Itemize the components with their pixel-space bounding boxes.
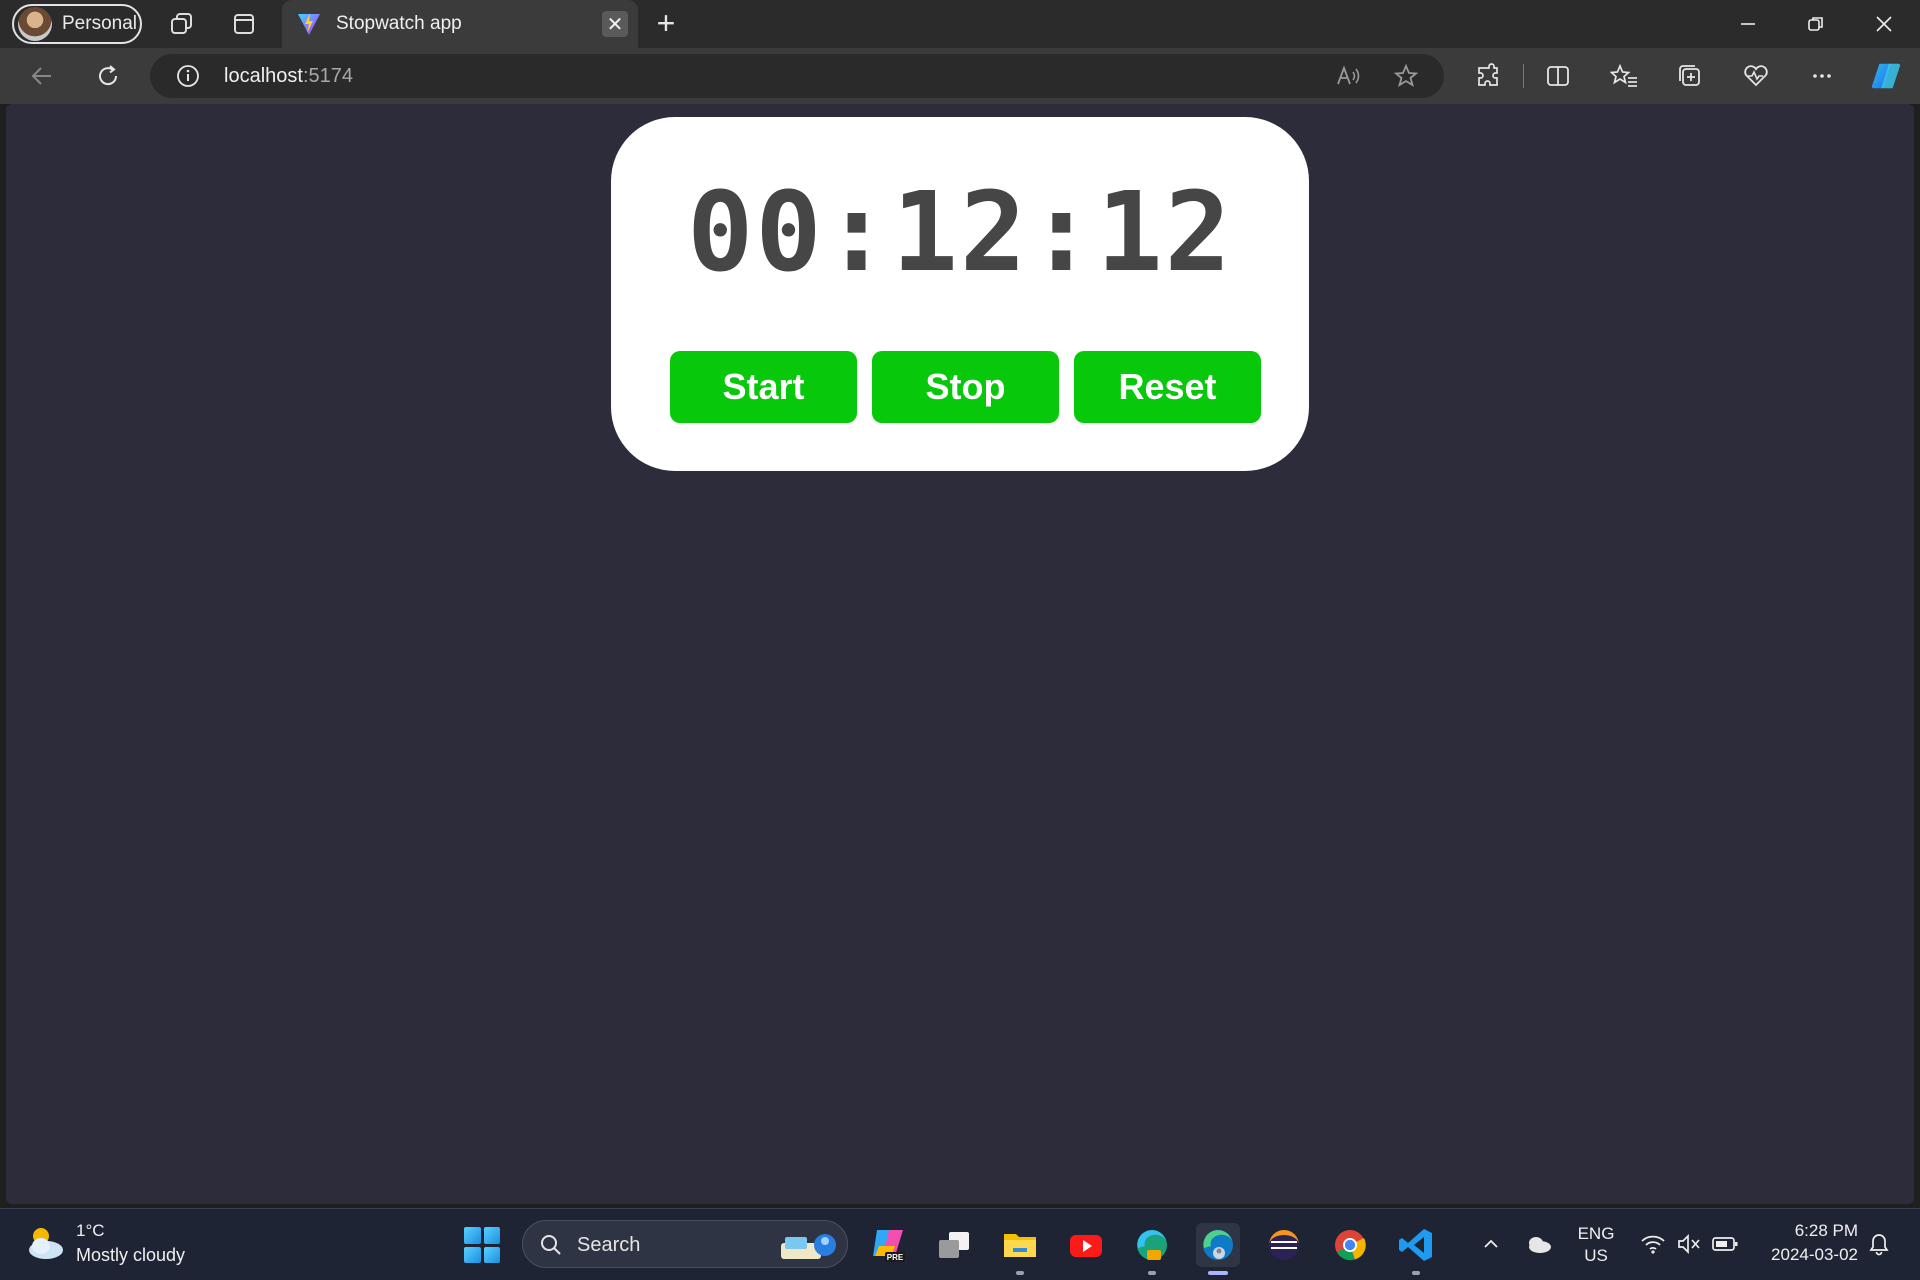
extensions-icon[interactable]: [1472, 60, 1504, 92]
avatar: [18, 7, 52, 41]
address-bar[interactable]: localhost:5174: [150, 54, 1444, 98]
notifications-bell-icon[interactable]: [1864, 1229, 1894, 1259]
input-language-indicator[interactable]: ENG US: [1572, 1223, 1620, 1267]
search-highlight-icon: [781, 1234, 836, 1259]
file-explorer-app-icon[interactable]: [998, 1223, 1042, 1275]
profile-button[interactable]: Personal: [12, 4, 142, 44]
youtube-app-icon[interactable]: [1064, 1223, 1108, 1267]
collections-icon[interactable]: [1674, 60, 1706, 92]
profile-label: Personal: [62, 13, 137, 34]
tab-stopwatch-app[interactable]: Stopwatch app ✕: [282, 0, 638, 48]
onedrive-icon[interactable]: [1524, 1229, 1554, 1259]
weather-cloudy-icon[interactable]: [24, 1223, 66, 1263]
reset-button[interactable]: Reset: [1074, 351, 1261, 423]
page-viewport: 00:12:12 Start Stop Reset: [6, 104, 1914, 1204]
lang-region: US: [1584, 1246, 1608, 1265]
restore-icon[interactable]: [1796, 8, 1836, 40]
edge-app-icon[interactable]: [1196, 1223, 1240, 1275]
system-clock-date[interactable]: 2024-03-02: [1746, 1245, 1858, 1265]
active-indicator: [1208, 1271, 1228, 1275]
task-view-app-icon[interactable]: [932, 1223, 976, 1267]
back-icon[interactable]: [26, 60, 58, 92]
search-label: Search: [577, 1234, 641, 1256]
time-display: 00:12:12: [687, 168, 1233, 296]
tab-title: Stopwatch app: [336, 13, 462, 34]
weather-description[interactable]: Mostly cloudy: [76, 1245, 185, 1266]
browser-title-bar: Personal Stopwatch app ✕ +: [0, 0, 1920, 48]
battery-icon[interactable]: [1710, 1229, 1740, 1259]
minimize-icon[interactable]: [1728, 8, 1768, 40]
running-indicator: [1148, 1271, 1156, 1275]
browser-toolbar: localhost:5174: [0, 48, 1920, 104]
system-clock-time[interactable]: 6:28 PM: [1746, 1221, 1858, 1241]
volume-muted-icon[interactable]: [1674, 1229, 1704, 1259]
weather-temperature[interactable]: 1°C: [76, 1221, 105, 1241]
new-tab-button[interactable]: +: [650, 7, 682, 40]
split-screen-icon[interactable]: [1542, 60, 1574, 92]
wifi-icon[interactable]: [1638, 1229, 1668, 1259]
url-host: localhost: [224, 65, 303, 87]
read-aloud-icon[interactable]: [1334, 62, 1362, 90]
toolbar-divider: [1523, 64, 1524, 88]
start-button[interactable]: Start: [670, 351, 857, 423]
workspaces-icon[interactable]: [168, 10, 196, 38]
url-text: localhost:5174: [224, 65, 353, 88]
copilot-preview-app-icon[interactable]: PRE: [866, 1223, 910, 1267]
eclipse-app-icon[interactable]: [1262, 1223, 1306, 1267]
more-options-icon[interactable]: [1806, 60, 1838, 92]
favorite-star-icon[interactable]: [1392, 62, 1420, 90]
tab-actions-icon[interactable]: [230, 10, 258, 38]
tab-close-button[interactable]: ✕: [602, 11, 628, 37]
stop-button[interactable]: Stop: [872, 351, 1059, 423]
vite-favicon-icon: [298, 13, 320, 35]
svg-text:PRE: PRE: [887, 1253, 904, 1262]
taskbar-search[interactable]: Search: [522, 1220, 848, 1268]
edge-dev-app-icon[interactable]: [1130, 1223, 1174, 1275]
lang-primary: ENG: [1577, 1224, 1615, 1243]
site-info-icon[interactable]: [174, 62, 202, 90]
browser-essentials-icon[interactable]: [1740, 60, 1772, 92]
close-window-icon[interactable]: [1864, 8, 1904, 40]
favorites-icon[interactable]: [1608, 60, 1640, 92]
running-indicator: [1412, 1271, 1420, 1275]
windows-taskbar: 1°C Mostly cloudy Search PRE ENG US 6:28…: [0, 1208, 1920, 1280]
show-hidden-icons-icon[interactable]: [1476, 1229, 1506, 1259]
refresh-icon[interactable]: [92, 60, 124, 92]
vscode-app-icon[interactable]: [1394, 1223, 1438, 1275]
search-icon: [541, 1235, 561, 1255]
url-port: :5174: [302, 65, 353, 87]
start-menu-icon[interactable]: [464, 1227, 500, 1263]
stopwatch-card: 00:12:12 Start Stop Reset: [611, 117, 1309, 471]
copilot-icon[interactable]: [1870, 60, 1902, 92]
running-indicator: [1016, 1271, 1024, 1275]
chrome-app-icon[interactable]: [1328, 1223, 1372, 1267]
